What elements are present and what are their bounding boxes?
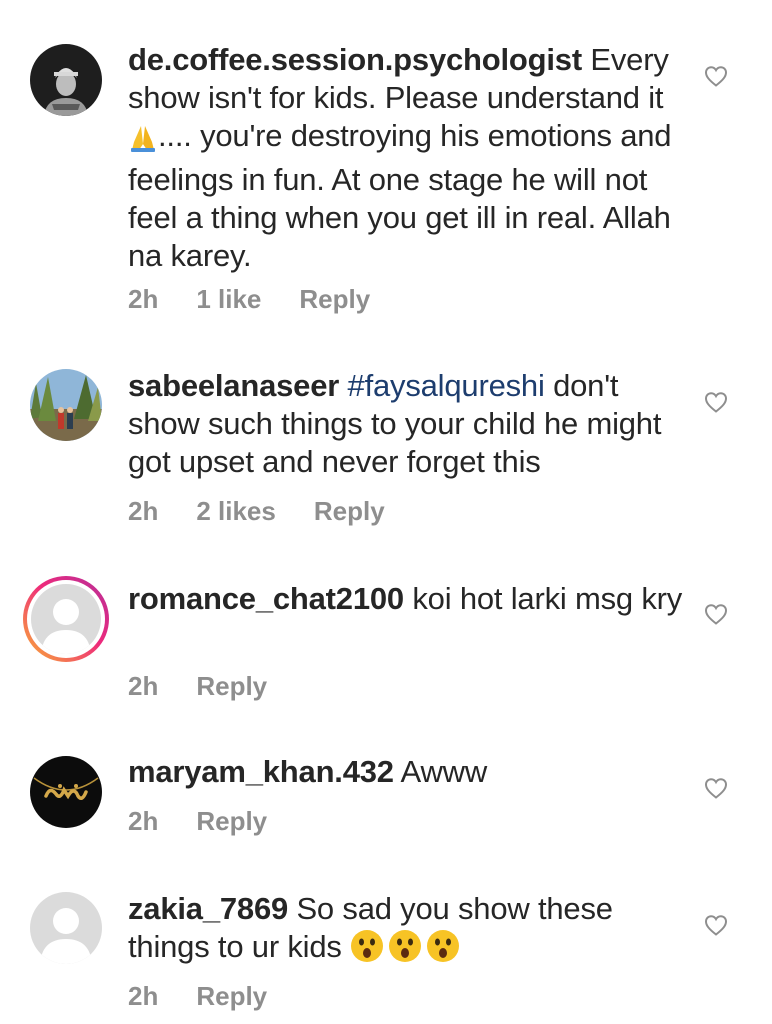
avatar[interactable] — [30, 756, 102, 828]
astonished-face-icon — [388, 929, 422, 972]
heart-outline-icon[interactable] — [704, 65, 728, 87]
heart-outline-icon[interactable] — [704, 914, 728, 936]
comment-text: maryam_khan.432 Awww — [128, 753, 688, 791]
comment-meta: 2h Reply — [128, 671, 305, 701]
comment-body-continued: .... you're destroying his emotions and … — [128, 118, 672, 273]
hashtag-link[interactable]: #faysalqureshi — [348, 368, 545, 403]
comment-time: 2h — [128, 981, 159, 1011]
avatar[interactable] — [30, 892, 102, 964]
reply-button[interactable]: Reply — [196, 806, 267, 836]
folded-hands-icon — [128, 122, 158, 161]
reply-button[interactable]: Reply — [314, 496, 385, 526]
comment-username[interactable]: maryam_khan.432 — [128, 754, 394, 789]
avatar-story-ring[interactable] — [23, 576, 109, 662]
comment-meta: 2h Reply — [128, 806, 305, 836]
comment-username[interactable]: romance_chat2100 — [128, 581, 404, 616]
comment-body: Awww — [393, 754, 488, 789]
comment-text: sabeelanaseer #faysalqureshi don't show … — [128, 367, 688, 481]
avatar-photo — [30, 44, 102, 116]
comment-username[interactable]: zakia_7869 — [128, 891, 288, 926]
comment-text: de.coffee.session.psychologist Every sho… — [128, 41, 688, 275]
avatar-photo — [30, 369, 102, 441]
comment-meta: 2h 1 like Reply — [128, 284, 408, 314]
astonished-face-icon — [426, 929, 460, 972]
heart-outline-icon[interactable] — [704, 603, 728, 625]
comment-body: koi hot larki msg kry — [403, 581, 683, 616]
comment-time: 2h — [128, 284, 159, 314]
astonished-face-icon — [350, 929, 384, 972]
comment-time: 2h — [128, 671, 159, 701]
comment-time: 2h — [128, 496, 159, 526]
comment-time: 2h — [128, 806, 159, 836]
comment-text: zakia_7869 So sad you show these things … — [128, 890, 688, 972]
avatar[interactable] — [30, 44, 102, 116]
reply-button[interactable]: Reply — [196, 671, 267, 701]
default-avatar-icon — [30, 892, 102, 964]
comment-username[interactable]: de.coffee.session.psychologist — [128, 42, 582, 77]
reply-button[interactable]: Reply — [196, 981, 267, 1011]
avatar[interactable] — [30, 369, 102, 441]
heart-outline-icon[interactable] — [704, 777, 728, 799]
comment-meta: 2h Reply — [128, 981, 305, 1011]
reply-button[interactable]: Reply — [299, 284, 370, 314]
comment-likes[interactable]: 1 like — [196, 284, 261, 314]
avatar-photo — [30, 756, 102, 828]
default-avatar-icon — [31, 584, 101, 654]
comment-likes[interactable]: 2 likes — [196, 496, 276, 526]
comment-username[interactable]: sabeelanaseer — [128, 368, 339, 403]
heart-outline-icon[interactable] — [704, 391, 728, 413]
comment-meta: 2h 2 likes Reply — [128, 496, 423, 526]
comment-text: romance_chat2100 koi hot larki msg kry — [128, 580, 688, 618]
